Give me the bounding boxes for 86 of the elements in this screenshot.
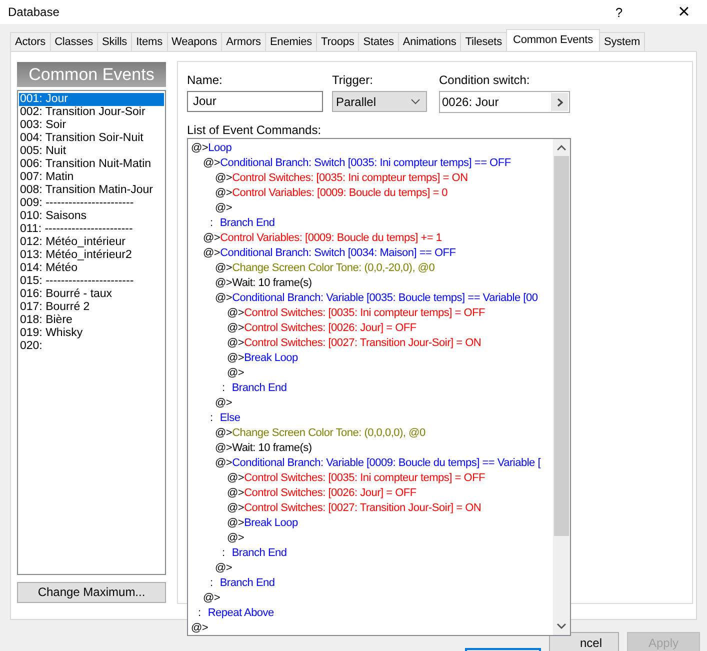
command-line[interactable]: @>Loop xyxy=(188,141,232,156)
command-line[interactable]: @>Control Variables: [0009: Boucle du temps] += 1 xyxy=(188,231,442,246)
chevron-down-icon xyxy=(411,98,420,104)
tab[interactable]: System xyxy=(599,32,646,51)
tab[interactable]: Weapons xyxy=(166,32,222,51)
chevron-down-icon[interactable] xyxy=(557,623,566,629)
list-header: Common Events xyxy=(17,62,166,87)
event-list-item[interactable]: 003: Soir xyxy=(19,119,164,132)
event-list-item[interactable]: 001: Jour xyxy=(19,93,164,106)
tab[interactable]: States xyxy=(358,32,398,51)
command-line[interactable]: : Repeat Above xyxy=(188,606,274,621)
command-line[interactable]: @>Wait: 10 frame(s) xyxy=(188,441,312,456)
command-line[interactable]: @>Control Switches: [0027: Transition Jour-Soir] = ON xyxy=(188,501,482,516)
command-line[interactable]: : Branch End xyxy=(188,576,275,591)
event-list-item[interactable]: 019: Whisky xyxy=(19,327,164,340)
event-list-item[interactable]: 009: ----------------------- xyxy=(19,197,164,210)
condition-switch-label: Condition switch: xyxy=(439,73,531,87)
command-line[interactable]: @>Change Screen Color Tone: (0,0,-20,0), @0 xyxy=(188,261,435,276)
command-line[interactable]: : Else xyxy=(188,411,240,426)
tab[interactable]: Troops xyxy=(316,32,358,51)
trigger-dropdown[interactable]: Parallel xyxy=(332,91,427,112)
event-list-item[interactable]: 016: Bourré - taux xyxy=(19,288,164,301)
event-list-item[interactable]: 018: Bière xyxy=(19,314,164,327)
event-list-item[interactable]: 005: Nuit xyxy=(19,145,164,158)
chevron-up-icon[interactable] xyxy=(557,145,566,151)
help-button[interactable]: ? xyxy=(612,4,626,20)
command-line[interactable]: @>Control Switches: [0035: Ini compteur temps] = OFF xyxy=(188,471,486,486)
tab[interactable]: Skills xyxy=(97,32,132,51)
event-list-item[interactable]: 013: Météo_intérieur2 xyxy=(19,249,164,262)
command-line[interactable]: @> xyxy=(188,621,208,635)
command-line[interactable]: : Branch End xyxy=(188,381,287,396)
command-line[interactable]: @>Control Switches: [0026: Jour] = OFF xyxy=(188,321,416,336)
command-line[interactable]: @>Conditional Branch: Switch [0035: Ini compteur temps] == OFF xyxy=(188,156,511,171)
command-line[interactable]: @>Control Variables: [0009: Boucle du temps] = 0 xyxy=(188,186,448,201)
command-line[interactable]: @> xyxy=(188,396,232,411)
command-line[interactable]: @>Conditional Branch: Variable [0035: Boucle temps] == Variable [00 xyxy=(188,291,538,306)
command-line[interactable]: @> xyxy=(188,201,232,216)
command-line[interactable]: : Branch End xyxy=(188,216,275,231)
trigger-label: Trigger: xyxy=(332,73,374,87)
tab[interactable]: Enemies xyxy=(264,32,316,51)
tab[interactable]: Common Events xyxy=(506,29,600,51)
event-list-item[interactable]: 015: ----------------------- xyxy=(19,275,164,288)
event-list-item[interactable]: 007: Matin xyxy=(19,171,164,184)
command-line[interactable]: : Branch End xyxy=(188,546,287,561)
command-line[interactable]: @>Conditional Branch: Variable [0009: Boucle du temps] == Variable [ xyxy=(188,456,540,471)
event-list-item[interactable]: 004: Transition Soir-Nuit xyxy=(19,132,164,145)
tab[interactable]: Tilesets xyxy=(460,32,506,51)
command-line[interactable]: @>Change Screen Color Tone: (0,0,0,0), @0 xyxy=(188,426,426,441)
event-list-item[interactable]: 002: Transition Jour-Soir xyxy=(19,106,164,119)
command-line[interactable]: @> xyxy=(188,561,232,576)
scrollbar[interactable] xyxy=(553,139,570,635)
event-list-item[interactable]: 008: Transition Matin-Jour xyxy=(19,184,164,197)
command-line[interactable]: @>Control Switches: [0026: Jour] = OFF xyxy=(188,486,416,501)
commands-label: List of Event Commands: xyxy=(187,124,322,137)
dialog-button[interactable]: ncel xyxy=(549,632,619,651)
event-list-item[interactable]: 006: Transition Nuit-Matin xyxy=(19,158,164,171)
tab[interactable]: Actors xyxy=(10,32,50,51)
tab[interactable]: Armors xyxy=(221,32,265,51)
event-list-item[interactable]: 020: xyxy=(19,340,164,353)
name-field[interactable]: Jour xyxy=(187,91,323,112)
tab[interactable]: Items xyxy=(131,32,166,51)
command-line[interactable]: @>Control Switches: [0035: Ini compteur temps] = OFF xyxy=(188,306,486,321)
close-button[interactable]: × xyxy=(674,2,694,22)
condition-switch-field[interactable]: 0026: Jour xyxy=(439,91,570,113)
event-list-item[interactable]: 014: Météo xyxy=(19,262,164,275)
event-list-item[interactable]: 010: Saisons xyxy=(19,210,164,223)
command-line[interactable]: @> xyxy=(188,366,244,381)
command-line[interactable]: @>Wait: 10 frame(s) xyxy=(188,276,312,291)
tab[interactable]: Classes xyxy=(50,32,98,51)
select-switch-button[interactable] xyxy=(551,93,568,111)
command-line[interactable]: @>Conditional Branch: Switch [0034: Maison] == OFF xyxy=(188,246,456,261)
window-title: Database xyxy=(8,5,60,19)
command-line[interactable]: @> xyxy=(188,531,244,546)
chevron-right-icon xyxy=(556,98,562,106)
event-list-item[interactable]: 012: Météo_intérieur xyxy=(19,236,164,249)
command-line[interactable]: @>Break Loop xyxy=(188,351,298,366)
event-list-item[interactable]: 017: Bourré 2 xyxy=(19,301,164,314)
command-line[interactable]: @>Control Switches: [0035: Ini compteur temps] = ON xyxy=(188,171,468,186)
name-label: Name: xyxy=(187,73,224,87)
tab[interactable]: Animations xyxy=(398,32,460,51)
command-line[interactable]: @>Break Loop xyxy=(188,516,298,531)
command-line[interactable]: @> xyxy=(188,591,220,606)
command-line[interactable]: @>Control Switches: [0027: Transition Jour-Soir] = ON xyxy=(188,336,482,351)
condition-switch-value: 0026: Jour xyxy=(442,95,499,109)
event-list-item[interactable]: 011: ----------------------- xyxy=(19,223,164,236)
change-maximum-button[interactable]: Change Maximum... xyxy=(17,582,166,603)
